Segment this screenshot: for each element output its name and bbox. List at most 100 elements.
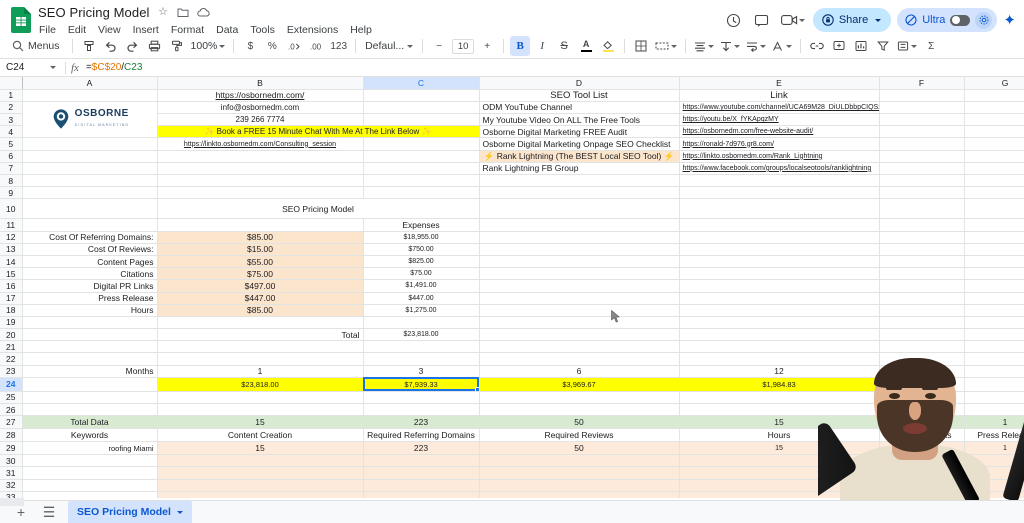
months-label[interactable]: Months (22, 365, 158, 378)
menu-extensions[interactable]: Extensions (286, 24, 339, 36)
cell-f20[interactable] (879, 328, 965, 342)
column-header-a[interactable]: A (22, 77, 158, 90)
cell-e4-link-2[interactable]: https://osbornedm.com/free-website-audit… (679, 125, 880, 139)
cell-e20[interactable] (679, 328, 880, 342)
table-row[interactable]: 11 Expenses (0, 218, 1024, 232)
font-size-decrease-button[interactable]: − (429, 36, 449, 56)
row-header[interactable]: 13 (0, 243, 23, 256)
total-data-1[interactable]: 223 (363, 415, 480, 430)
menu-file[interactable]: File (38, 24, 57, 36)
percent-format-button[interactable]: % (262, 36, 282, 56)
menus-search-button[interactable]: Menus (8, 36, 66, 56)
column-header-f[interactable]: F (879, 77, 965, 90)
table-row[interactable]: 8 (0, 174, 1024, 188)
cell-c1[interactable] (363, 89, 480, 102)
total-value[interactable]: $23,818.00 (363, 328, 480, 342)
cell-e2-link-0[interactable]: https://www.youtube.com/channel/UCA69M28… (679, 101, 880, 115)
cell-c26[interactable] (363, 403, 480, 417)
cell-f8[interactable] (879, 174, 965, 188)
data-header-1[interactable]: Required Referring Domains (363, 428, 480, 443)
wrap-caret-icon[interactable] (760, 44, 767, 48)
expenses-header[interactable]: Expenses (363, 218, 480, 232)
cell-c19[interactable] (363, 316, 480, 330)
total-label[interactable]: Total (157, 328, 364, 342)
cell-a1[interactable] (22, 89, 158, 102)
pricing-expense-3[interactable]: $75.00 (363, 267, 480, 281)
pricing-cost-2[interactable]: $55.00 (157, 255, 364, 269)
pricing-expense-6[interactable]: $1,275.00 (363, 304, 480, 317)
cell-c31[interactable] (363, 466, 480, 480)
cell-f19[interactable] (879, 316, 965, 330)
cell-f1[interactable] (879, 89, 965, 102)
cell-a9[interactable] (22, 186, 158, 200)
row-header[interactable]: 14 (0, 255, 23, 269)
table-row[interactable]: 9 (0, 186, 1024, 200)
keyword-row-label[interactable]: roofing Miami (22, 441, 158, 456)
data-value-0[interactable]: 15 (157, 441, 364, 456)
cell-c9[interactable] (363, 186, 480, 200)
font-family-selector[interactable]: Defaul... (362, 40, 416, 52)
row-header[interactable]: 6 (0, 150, 23, 163)
pricing-label-0[interactable]: Cost Of Referring Domains: (22, 231, 158, 244)
pricing-expense-4[interactable]: $1,491.00 (363, 279, 480, 293)
table-row[interactable]: 21 (0, 340, 1024, 354)
cell-d7-tool-5[interactable]: Rank Lightning FB Group (479, 162, 680, 176)
google-sheets-icon[interactable] (8, 4, 34, 34)
row-header[interactable]: 3 (0, 113, 23, 127)
cell-e15[interactable] (679, 267, 880, 281)
undo-icon[interactable] (101, 36, 121, 56)
row-header[interactable]: 5 (0, 137, 23, 151)
row-header[interactable]: 20 (0, 328, 23, 342)
insert-comment-icon[interactable] (829, 36, 849, 56)
pricing-model-title[interactable]: SEO Pricing Model (157, 198, 480, 220)
cell-c22[interactable] (363, 352, 480, 366)
cell-g12[interactable] (964, 231, 1024, 244)
row-header[interactable]: 32 (0, 479, 23, 492)
chevron-down-icon[interactable] (407, 44, 414, 48)
italic-button[interactable]: I (532, 36, 552, 56)
table-row[interactable]: 10 SEO Pricing Model (0, 198, 1024, 220)
cell-f2[interactable] (879, 101, 965, 115)
cell-e10[interactable] (679, 198, 880, 220)
cell-b25[interactable] (157, 391, 364, 405)
row-header[interactable]: 15 (0, 267, 23, 281)
cell-f18[interactable] (879, 304, 965, 317)
cell-d22[interactable] (479, 352, 680, 366)
row-header[interactable]: 12 (0, 231, 23, 244)
cell-e19[interactable] (679, 316, 880, 330)
cell-f14[interactable] (879, 255, 965, 269)
paint-roller-icon[interactable] (167, 36, 187, 56)
select-all-corner[interactable] (0, 77, 23, 90)
cell-g19[interactable] (964, 316, 1024, 330)
cell-g21[interactable] (964, 340, 1024, 354)
cell-d26[interactable] (479, 403, 680, 417)
column-header-g[interactable]: G (964, 77, 1024, 90)
table-row[interactable]: 19 (0, 316, 1024, 330)
row-header[interactable]: 17 (0, 292, 23, 305)
menu-tools[interactable]: Tools (249, 24, 276, 36)
font-size-increase-button[interactable]: + (477, 36, 497, 56)
cell-e14[interactable] (679, 255, 880, 269)
cell-d25[interactable] (479, 391, 680, 405)
months-header-1[interactable]: 3 (363, 365, 480, 378)
zoom-selector[interactable]: 100% (189, 40, 228, 52)
decimal-increase-button[interactable]: .00 (306, 36, 326, 56)
cell-a20[interactable] (22, 328, 158, 342)
name-box[interactable]: C24 (0, 62, 46, 73)
cell-d11[interactable] (479, 218, 680, 232)
cell-d1-seo-tool-list[interactable]: SEO Tool List (479, 89, 680, 102)
months-value-0[interactable]: $23,818.00 (157, 377, 364, 392)
merge-caret-icon[interactable] (671, 44, 678, 48)
cell-b4-cta[interactable]: ✨ Book a FREE 15 Minute Chat With Me At … (157, 125, 480, 139)
cell-g20[interactable] (964, 328, 1024, 342)
cell-a10[interactable] (22, 198, 158, 220)
all-sheets-icon[interactable]: ☰ (40, 503, 58, 521)
cell-c33[interactable] (363, 491, 480, 498)
cell-g3[interactable] (964, 113, 1024, 127)
column-header-b[interactable]: B (157, 77, 364, 90)
cell-f16[interactable] (879, 279, 965, 293)
table-row[interactable]: 20 Total $23,818.00 (0, 328, 1024, 342)
more-formats-button[interactable]: 123 (328, 36, 349, 56)
row-header[interactable]: 9 (0, 186, 23, 200)
sigma-icon[interactable]: Σ (921, 36, 941, 56)
